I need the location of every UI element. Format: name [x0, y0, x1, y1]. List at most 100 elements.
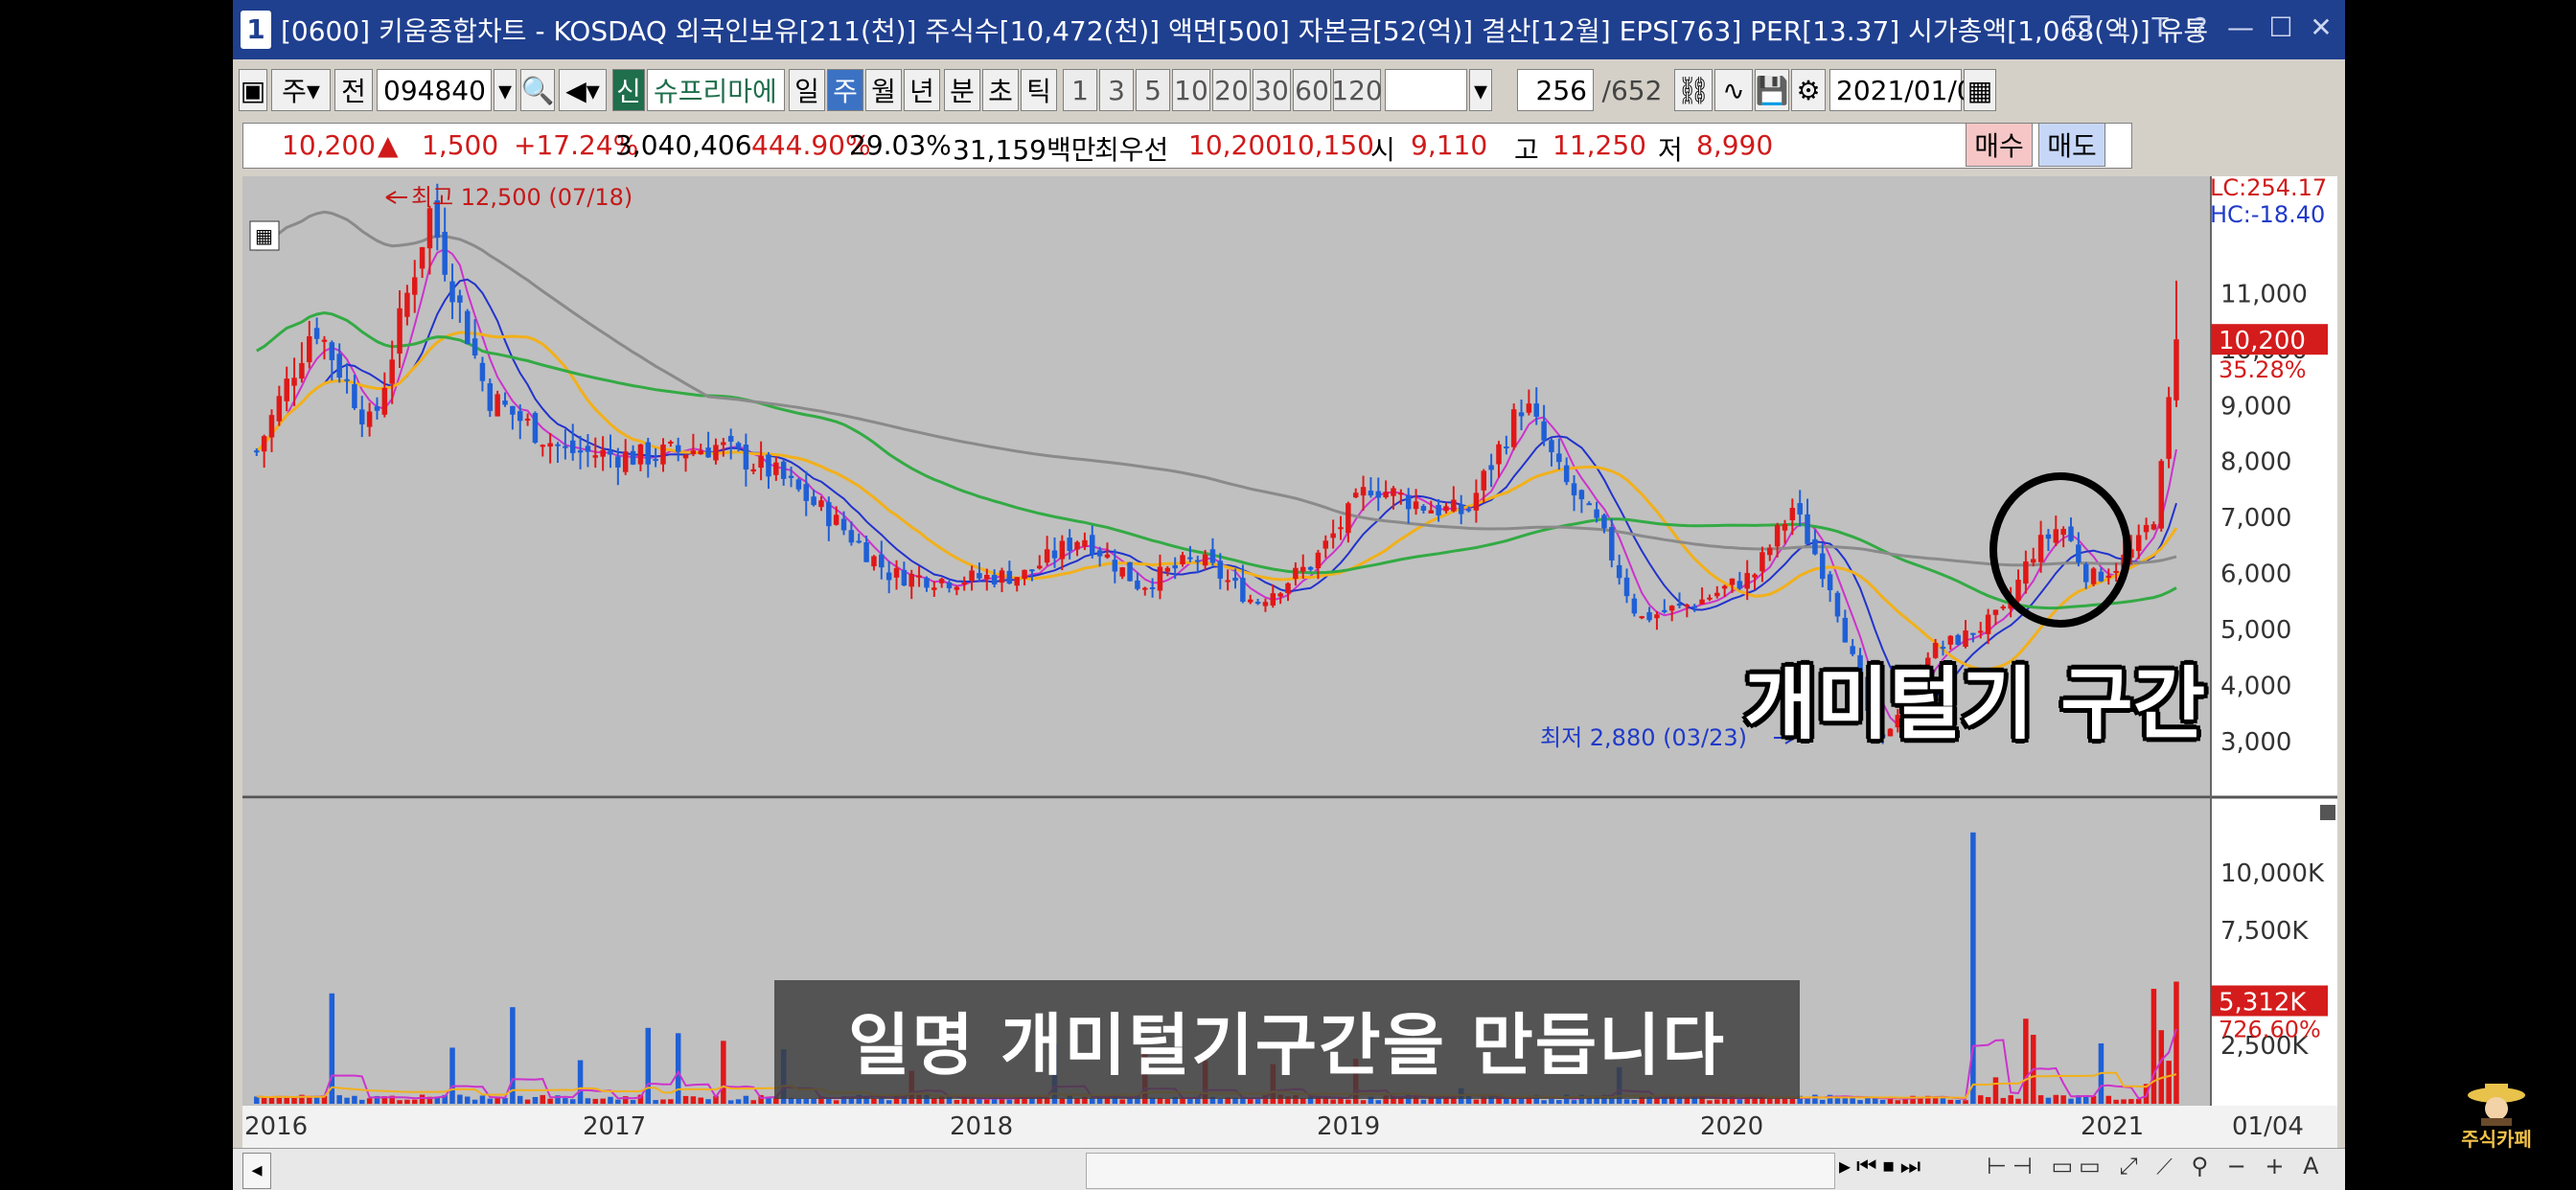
- period-second[interactable]: 초: [982, 69, 1019, 111]
- custom-interval-input[interactable]: [1385, 69, 1467, 111]
- sell-button[interactable]: 매도: [2038, 123, 2105, 167]
- candle-body: [1556, 453, 1562, 463]
- candle-body: [758, 455, 764, 469]
- copy-icon[interactable]: ❐: [2065, 10, 2094, 46]
- layout-icon[interactable]: ▣: [239, 69, 267, 111]
- volume-bar: [600, 1098, 606, 1104]
- date-tick-label: 2021: [2081, 1112, 2144, 1141]
- buy-button[interactable]: 매수: [1966, 123, 2033, 167]
- candle-body: [2098, 571, 2104, 582]
- volume-bar: [1247, 1098, 1254, 1104]
- candle-body: [946, 582, 953, 588]
- volume-bar: [472, 1099, 478, 1104]
- volume-bar: [1857, 1100, 1863, 1104]
- period-type-select[interactable]: 주 ▾: [271, 69, 331, 111]
- new-button[interactable]: 신: [612, 69, 645, 111]
- save-icon[interactable]: 💾: [1755, 69, 1789, 111]
- candle-body: [1090, 535, 1095, 556]
- bid-price: 10,150: [1280, 129, 1374, 161]
- search-icon[interactable]: 🔍: [520, 69, 555, 111]
- maximize-icon[interactable]: ☐: [2266, 10, 2295, 46]
- volume-bar: [1789, 1098, 1796, 1104]
- volume-bar: [1217, 1098, 1224, 1104]
- panel-close-icon[interactable]: [2320, 805, 2335, 820]
- candle-body: [1164, 567, 1171, 572]
- volume: 3,040,406: [615, 129, 752, 161]
- candle-body: [1684, 605, 1690, 607]
- quote-bar: 10,200 ▲ 1,500 +17.24% 3,040,406 444.90%…: [242, 123, 2132, 169]
- interval-dropdown-icon[interactable]: ▾: [1469, 69, 1492, 111]
- candle-body: [569, 440, 576, 453]
- gear-icon[interactable]: ⚙: [1791, 69, 1826, 111]
- period-tick[interactable]: 틱: [1021, 69, 1057, 111]
- candle-body: [1774, 524, 1781, 547]
- interval-3[interactable]: 3: [1099, 69, 1134, 111]
- scroll-thumb[interactable]: [1086, 1153, 1835, 1189]
- candle-body: [818, 500, 824, 508]
- date-input[interactable]: 2021/01/04: [1829, 69, 1990, 111]
- close-icon[interactable]: ✕: [2307, 10, 2335, 46]
- volume-bar: [592, 1098, 599, 1104]
- period-year[interactable]: 년: [904, 69, 940, 111]
- volume-bar: [1879, 1099, 1886, 1104]
- candle-body: [1473, 492, 1480, 511]
- calendar-icon[interactable]: ▦: [1964, 69, 1996, 111]
- volume-bar: [1090, 1098, 1095, 1104]
- interval-20[interactable]: 20: [1212, 69, 1251, 111]
- zoom-tools[interactable]: ⊢⊣ ▭▭ ⤢ ⟋ ⚲ − + A: [1987, 1153, 2341, 1187]
- candle-body: [977, 573, 982, 579]
- candle-body: [1232, 577, 1238, 582]
- candle-body: [1691, 606, 1697, 608]
- candle-body: [359, 409, 365, 424]
- volume-bar: [1932, 1097, 1939, 1104]
- candle-body: [1067, 538, 1072, 552]
- interval-60[interactable]: 60: [1293, 69, 1331, 111]
- volume-bar: [1330, 1099, 1336, 1104]
- title-bar: 1 [0600] 키움종합차트 - KOSDAQ 외국인보유[211(천)] 주…: [233, 0, 2345, 59]
- font-icon[interactable]: T: [2146, 10, 2174, 46]
- period-minute[interactable]: 분: [944, 69, 980, 111]
- interval-120[interactable]: 120: [1331, 69, 1383, 111]
- volume-bar: [871, 1098, 877, 1104]
- sound-icon[interactable]: ◀▾: [559, 69, 607, 111]
- pin-icon[interactable]: ⊥: [2105, 10, 2134, 46]
- horizontal-scrollbar[interactable]: ◂ ▸⏮⏹⏭ ⊢⊣ ▭▭ ⤢ ⟋ ⚲ − + A: [233, 1148, 2345, 1190]
- trade-amount: 31,159백만: [953, 134, 1096, 166]
- volume-bar: [2037, 1095, 2044, 1104]
- period-week[interactable]: 주: [827, 69, 863, 111]
- candle-body: [2150, 524, 2157, 530]
- candle-body: [1391, 488, 1396, 496]
- interval-5[interactable]: 5: [1136, 69, 1170, 111]
- help-icon[interactable]: ?: [2186, 10, 2215, 46]
- interval-10[interactable]: 10: [1172, 69, 1210, 111]
- window-number[interactable]: 1: [241, 11, 271, 49]
- candle-body: [908, 573, 914, 587]
- count-input[interactable]: 256: [1517, 69, 1594, 111]
- volume-bar: [419, 1094, 426, 1104]
- volume-bar: [397, 1100, 402, 1104]
- stock-code-input[interactable]: 094840: [377, 69, 492, 111]
- scroll-left-icon[interactable]: ◂: [242, 1153, 271, 1189]
- total-count: /652: [1601, 74, 1663, 106]
- lock-icon[interactable]: ⛓: [1674, 69, 1713, 111]
- candle-body: [863, 542, 869, 562]
- candle-body: [1240, 578, 1246, 603]
- candle-body: [1760, 552, 1765, 572]
- indicator-icon[interactable]: ∿: [1714, 69, 1753, 111]
- period-day[interactable]: 일: [789, 69, 825, 111]
- minimize-icon[interactable]: —: [2226, 10, 2255, 46]
- prev-button[interactable]: 전: [334, 69, 373, 111]
- volume-bar: [743, 1095, 749, 1104]
- candle-body: [938, 579, 945, 584]
- candle-body: [1646, 611, 1652, 621]
- playback-controls[interactable]: ▸⏮⏹⏭: [1839, 1153, 1973, 1187]
- code-dropdown-icon[interactable]: ▾: [494, 69, 517, 111]
- volume-bar: [532, 1096, 539, 1104]
- period-month[interactable]: 월: [865, 69, 902, 111]
- volume-bar: [336, 1095, 342, 1104]
- volume-bar: [517, 1095, 523, 1104]
- volume-bar: [411, 1099, 418, 1104]
- interval-1[interactable]: 1: [1063, 69, 1097, 111]
- interval-30[interactable]: 30: [1253, 69, 1291, 111]
- candle-body: [374, 406, 380, 411]
